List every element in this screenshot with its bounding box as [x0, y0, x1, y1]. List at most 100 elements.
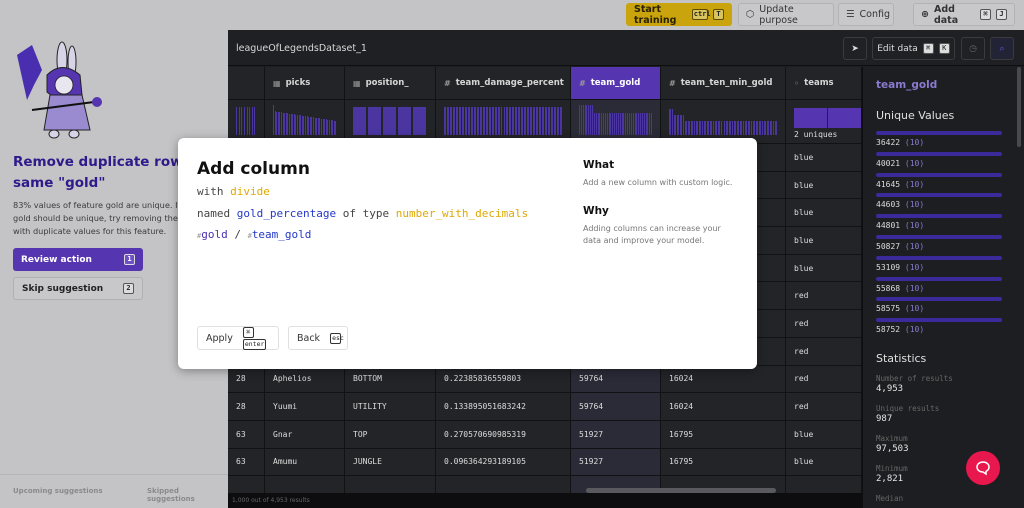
- table-cell[interactable]: 0.22385836559803: [436, 366, 570, 394]
- table-cell[interactable]: red: [786, 393, 861, 421]
- table-cell[interactable]: blue: [786, 421, 861, 449]
- table-cell[interactable]: 0.096364293189105: [436, 449, 570, 477]
- histogram-bar: [249, 107, 251, 135]
- left-operand[interactable]: gold: [201, 228, 228, 241]
- table-cell[interactable]: Gnar: [265, 421, 344, 449]
- back-button[interactable]: Back esc: [288, 326, 348, 350]
- table-cell[interactable]: red: [786, 282, 861, 311]
- histogram-bar: [688, 121, 690, 135]
- column-header[interactable]: [228, 67, 264, 100]
- unique-value: 58575: [876, 304, 901, 314]
- start-training-button[interactable]: Start training ctrl T: [626, 3, 732, 26]
- histogram-bar: [476, 107, 479, 135]
- upcoming-suggestions-tab[interactable]: Upcoming suggestions: [13, 487, 103, 495]
- table-cell[interactable]: 16795: [661, 421, 785, 449]
- table-cell[interactable]: blue: [786, 199, 861, 228]
- table-cell[interactable]: Yuumi: [265, 393, 344, 421]
- table-cell[interactable]: blue: [786, 255, 861, 283]
- table-cell[interactable]: 59764: [571, 393, 660, 421]
- search-data-button[interactable]: ⌕: [990, 37, 1014, 60]
- histogram-bar: [241, 107, 243, 135]
- column-header[interactable]: # team_damage_percent: [436, 67, 570, 100]
- select-tool-button[interactable]: ➤: [843, 37, 867, 60]
- suggestion-footer: Upcoming suggestions Skipped suggestions: [0, 474, 228, 508]
- column-name-value[interactable]: gold_percentage: [237, 207, 336, 220]
- table-cell[interactable]: 28: [228, 366, 264, 394]
- skip-suggestion-button[interactable]: Skip suggestion 2: [13, 277, 143, 300]
- unique-value-item[interactable]: 58752 (10): [876, 318, 1002, 339]
- table-cell[interactable]: 51927: [571, 449, 660, 477]
- history-button[interactable]: ◷: [961, 37, 985, 60]
- table-cell[interactable]: blue: [786, 144, 861, 172]
- table-cell[interactable]: red: [786, 366, 861, 394]
- column-teams[interactable]: ◦ teams 2 uniques blue blue blue blue blue red re…: [786, 67, 862, 493]
- unique-value-item[interactable]: 55868 (10): [876, 276, 1002, 298]
- unique-value-bar: [876, 193, 1002, 198]
- table-cell[interactable]: 28: [228, 393, 264, 421]
- table-cell[interactable]: 16024: [661, 393, 785, 421]
- histogram-bar: [606, 113, 608, 135]
- start-training-label: Start training: [634, 3, 677, 26]
- edit-data-button[interactable]: Edit data ⌘ K: [872, 37, 955, 60]
- table-cell[interactable]: JUNGLE: [345, 449, 435, 477]
- operation-value[interactable]: divide: [230, 185, 270, 198]
- histogram-bar: [636, 113, 638, 135]
- table-cell[interactable]: blue: [786, 227, 861, 255]
- right-operand[interactable]: team_gold: [252, 228, 312, 241]
- update-purpose-button[interactable]: ⬡ Update purpose: [738, 3, 834, 26]
- column-header[interactable]: # team_gold: [571, 67, 660, 100]
- side-panel-scrollbar[interactable]: [1017, 67, 1021, 147]
- unique-value-item[interactable]: 53109 (10): [876, 255, 1002, 277]
- table-cell[interactable]: 51927: [571, 421, 660, 449]
- table-cell[interactable]: blue: [786, 172, 861, 200]
- table-cell[interactable]: 0.133895051683242: [436, 393, 570, 421]
- column-header[interactable]: ▦ picks: [265, 67, 344, 100]
- kbd-cmd: ⌘: [922, 43, 934, 54]
- column-header-label: team_ten_min_gold: [680, 78, 773, 88]
- unique-value-item[interactable]: 44603 (10): [876, 193, 1002, 214]
- histogram-bar: [467, 107, 470, 135]
- edit-data-label: Edit data: [877, 43, 918, 54]
- histogram-bar: [767, 121, 769, 135]
- skipped-suggestions-tab[interactable]: Skipped suggestions: [147, 487, 228, 503]
- column-type-value[interactable]: number_with_decimals: [396, 207, 528, 220]
- histogram-bar: [524, 107, 527, 135]
- table-cell[interactable]: Amumu: [265, 449, 344, 477]
- unique-value-item[interactable]: 44801 (10): [876, 214, 1002, 235]
- column-header[interactable]: ▦ position_: [345, 67, 435, 100]
- review-action-button[interactable]: Review action 1: [13, 248, 143, 271]
- table-cell[interactable]: BOTTOM: [345, 366, 435, 394]
- unique-value-item[interactable]: 41645 (10): [876, 172, 1002, 194]
- named-keyword: named: [197, 207, 231, 220]
- table-cell[interactable]: 0.270570690985319: [436, 421, 570, 449]
- table-cell[interactable]: blue: [786, 449, 861, 477]
- config-button[interactable]: ☰ Config: [838, 3, 894, 26]
- table-cell[interactable]: red: [786, 310, 861, 338]
- table-cell[interactable]: 16795: [661, 449, 785, 477]
- column-header[interactable]: # team_ten_min_gold: [661, 67, 785, 100]
- histogram-bar: [482, 107, 485, 135]
- table-cell[interactable]: 63: [228, 421, 264, 449]
- unique-value-item[interactable]: 36422 (10): [876, 131, 1002, 152]
- add-data-button[interactable]: ⊕ Add data ⌘ J: [913, 3, 1015, 26]
- histogram-bar: [515, 107, 518, 135]
- table-cell[interactable]: 16024: [661, 366, 785, 394]
- chat-button[interactable]: [966, 451, 1000, 485]
- unique-value-item[interactable]: 50827 (10): [876, 234, 1002, 256]
- histogram-bar: [488, 107, 491, 135]
- histogram-bar: [601, 113, 603, 135]
- unique-value-item[interactable]: 40021 (10): [876, 151, 1002, 173]
- unique-value: 40021: [876, 158, 901, 168]
- table-cell[interactable]: TOP: [345, 421, 435, 449]
- stat-value: 4,953: [876, 384, 904, 394]
- table-cell[interactable]: 59764: [571, 366, 660, 394]
- column-header[interactable]: ◦ teams: [786, 67, 861, 100]
- apply-button[interactable]: Apply ⌘ enter: [197, 326, 279, 350]
- table-cell[interactable]: UTILITY: [345, 393, 435, 421]
- table-cell[interactable]: 63: [228, 449, 264, 477]
- histogram-bar: [769, 121, 772, 135]
- table-cell[interactable]: Aphelios: [265, 366, 344, 394]
- unique-value-item[interactable]: 58575 (10): [876, 297, 1002, 318]
- table-cell[interactable]: red: [786, 338, 861, 366]
- stat-item: Number of results 4,953: [876, 374, 953, 394]
